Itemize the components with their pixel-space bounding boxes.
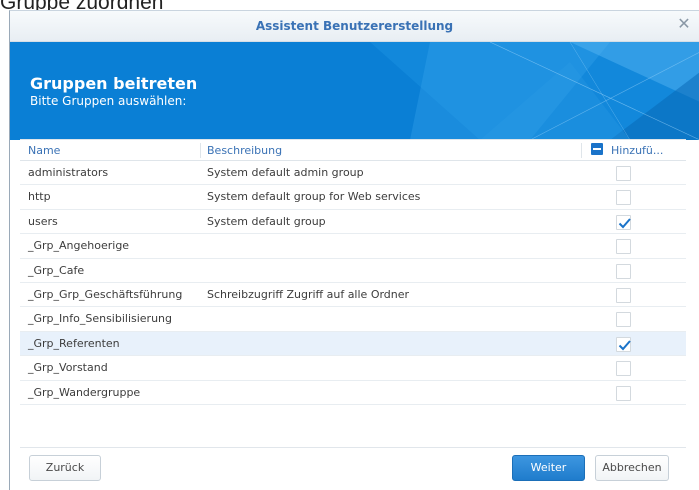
add-group-checkbox[interactable] — [616, 239, 631, 255]
column-header-description[interactable]: Beschreibung — [207, 144, 282, 157]
group-name-cell: http — [28, 190, 51, 204]
table-row[interactable]: http System default group for Web service… — [20, 185, 686, 210]
table-row[interactable]: administrators System default admin group — [20, 161, 686, 186]
select-all-checkbox[interactable] — [591, 143, 603, 155]
add-group-checkbox[interactable] — [616, 361, 631, 377]
group-name-cell: _Grp_Grp_Geschäftsführung — [28, 287, 183, 301]
wizard-banner: Gruppen beitreten Bitte Gruppen auswähle… — [10, 42, 699, 140]
add-group-checkbox[interactable] — [616, 190, 631, 206]
table-body: administrators System default admin group… — [20, 161, 686, 405]
cancel-button[interactable]: Abbrechen — [595, 455, 669, 481]
table-row[interactable]: _Grp_Vorstand — [20, 356, 686, 381]
column-header-name[interactable]: Name — [28, 144, 60, 157]
group-description-cell: System default group for Web services — [207, 190, 421, 204]
group-name-cell: _Grp_Vorstand — [28, 361, 108, 375]
group-description-cell: Schreibzugriff Zugriff auf alle Ordner — [207, 287, 410, 301]
dialog-titlebar: Assistent Benutzererstellung ✕ — [10, 11, 699, 42]
group-name-cell: _Grp_Info_Sensibilisierung — [28, 312, 173, 326]
close-icon[interactable]: ✕ — [676, 16, 692, 32]
footer-divider — [20, 447, 686, 448]
column-divider — [581, 143, 582, 158]
table-row[interactable]: _Grp_Grp_Geschäftsführung Schreibzugriff … — [20, 283, 686, 308]
column-divider — [200, 143, 201, 158]
table-header: Name Beschreibung Hinzufü... — [20, 139, 686, 161]
table-row[interactable]: _Grp_Referenten — [20, 331, 686, 357]
group-name-cell: administrators — [28, 166, 109, 179]
table-row[interactable]: users System default group — [20, 210, 686, 235]
checkmark-icon — [618, 218, 631, 229]
groups-table: Name Beschreibung Hinzufü... administrat… — [20, 139, 686, 405]
group-name-cell: _Grp_Referenten — [28, 336, 120, 350]
next-button[interactable]: Weiter — [512, 455, 585, 481]
group-name-cell: _Grp_Cafe — [28, 263, 85, 277]
group-name-cell: _Grp_Wandergruppe — [28, 385, 141, 399]
table-row[interactable]: _Grp_Wandergruppe — [20, 381, 686, 405]
add-group-checkbox[interactable] — [616, 263, 631, 279]
back-button[interactable]: Zurück — [29, 455, 101, 481]
table-row[interactable]: _Grp_Info_Sensibilisierung — [20, 307, 686, 332]
column-header-add[interactable]: Hinzufü... — [611, 144, 663, 157]
group-description-cell: System default admin group — [207, 166, 364, 179]
add-group-checkbox[interactable] — [616, 214, 631, 230]
add-group-checkbox[interactable] — [616, 287, 631, 303]
add-group-checkbox[interactable] — [616, 385, 631, 401]
checkmark-icon — [618, 340, 631, 351]
banner-subtitle: Bitte Gruppen auswählen: — [30, 94, 187, 108]
dialog-title: Assistent Benutzererstellung — [255, 19, 454, 33]
table-row[interactable]: _Grp_Angehoerige — [20, 234, 686, 259]
group-name-cell: _Grp_Angehoerige — [28, 239, 130, 253]
group-description-cell: System default group — [207, 214, 326, 228]
group-name-cell: users — [28, 214, 58, 228]
add-group-checkbox[interactable] — [616, 336, 631, 352]
add-group-checkbox[interactable] — [616, 166, 631, 181]
add-group-checkbox[interactable] — [616, 312, 631, 328]
banner-title: Gruppen beitreten — [30, 74, 198, 93]
table-row[interactable]: _Grp_Cafe — [20, 259, 686, 283]
